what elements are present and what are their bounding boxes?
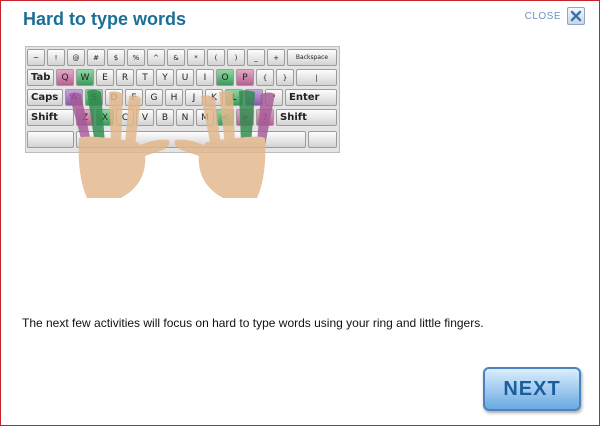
keyboard-illustration: ~ ! @ # $ % ^ & * ( ) _ + Backspace Tab …	[25, 46, 340, 201]
dialog: Hard to type words CLOSE ~ ! @ # $ % ^ &…	[0, 0, 600, 426]
close-label: CLOSE	[524, 10, 561, 22]
next-button[interactable]: NEXT	[483, 367, 581, 411]
x-icon	[567, 7, 585, 25]
close-button[interactable]: CLOSE	[525, 7, 585, 25]
instruction-text: The next few activities will focus on ha…	[22, 316, 484, 330]
dialog-title: Hard to type words	[23, 9, 187, 29]
hands-illustration	[69, 89, 275, 198]
